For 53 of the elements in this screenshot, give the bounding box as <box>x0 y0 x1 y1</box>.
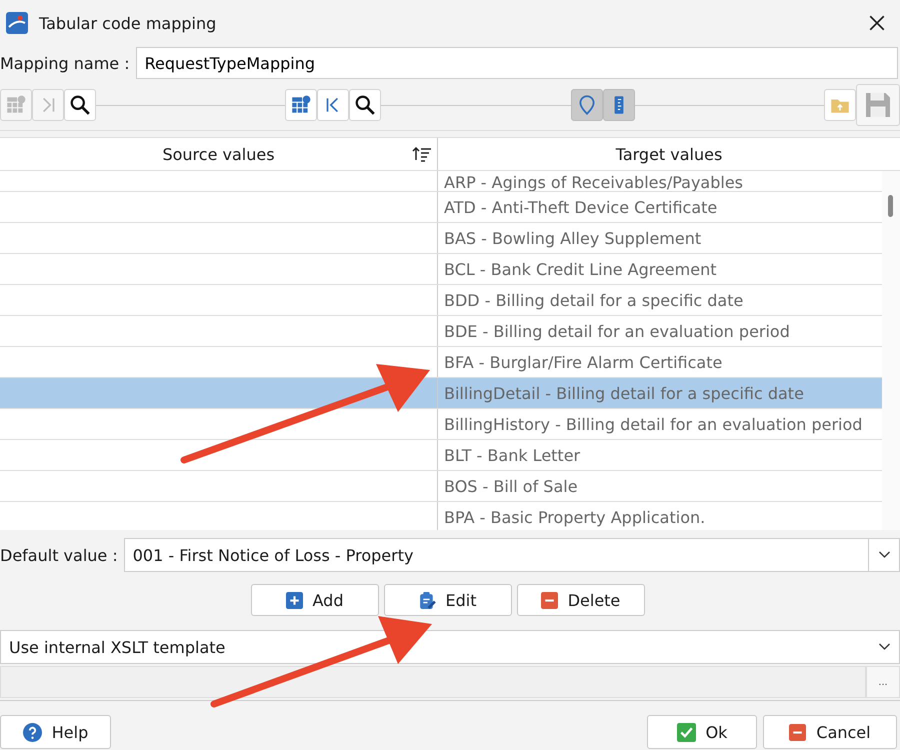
checkmark-icon <box>676 722 696 742</box>
caret-icon <box>878 643 890 651</box>
toolbar-button[interactable] <box>349 89 382 121</box>
edit-button[interactable]: Edit <box>384 584 512 616</box>
table-cell: BOS - Bill of Sale <box>444 476 578 496</box>
column-header[interactable]: Target values <box>438 138 900 170</box>
table-row[interactable]: BLT - Bank Letter <box>0 440 882 471</box>
table-row[interactable]: BDE - Billing detail for an evaluation period <box>0 316 882 347</box>
table-cell: BDD - Billing detail for a specific date <box>444 290 744 310</box>
default-value-dropdown[interactable]: 001 - First Notice of Loss - Property <box>124 538 900 572</box>
question-icon <box>22 722 42 742</box>
help-button[interactable]: Help <box>0 715 111 749</box>
table-row[interactable]: BDD - Billing detail for a specific date <box>0 285 882 316</box>
sort-icon[interactable] <box>412 146 432 162</box>
template-dropdown[interactable]: Use internal XSLT template <box>0 630 900 664</box>
table-row[interactable]: ATD - Anti-Theft Device Certificate <box>0 192 882 223</box>
table-row[interactable]: BAS - Bowling Alley Supplement <box>0 223 882 254</box>
cancel-button[interactable]: Cancel <box>763 715 897 749</box>
close-icon[interactable] <box>868 14 886 32</box>
minus-icon <box>789 724 806 740</box>
minus-icon <box>540 592 558 608</box>
table-cell: ATD - Anti-Theft Device Certificate <box>444 198 718 216</box>
table-cell: BLT - Bank Letter <box>444 446 580 464</box>
table-row[interactable]: BillingHistory - Billing detail for an evaluation period <box>0 409 882 440</box>
search-icon <box>69 94 91 116</box>
table-cell: BPA - Basic Property Application. <box>444 508 706 526</box>
caret-icon <box>878 551 890 559</box>
toolbar-button[interactable] <box>64 89 96 121</box>
table-row[interactable]: BCL - Bank Credit Line Agreement <box>0 254 882 285</box>
search-icon <box>354 94 376 116</box>
path-field[interactable] <box>0 666 866 698</box>
table-row[interactable]: ARP - Agings of Receivables/Payables <box>0 171 882 192</box>
window-title: Tabular code mapping <box>39 14 216 32</box>
browse-button[interactable]: ... <box>866 666 900 698</box>
ok-button[interactable]: Ok <box>647 715 757 749</box>
add-button[interactable]: Add <box>250 584 378 616</box>
plus-icon <box>286 592 302 608</box>
app-logo-icon <box>5 11 29 35</box>
clipboard-pencil-icon <box>418 590 436 610</box>
table-cell: BDE - Billing detail for an evaluation period <box>444 322 790 340</box>
table-cell: BCL - Bank Credit Line Agreement <box>444 260 716 278</box>
table-cell: ARP - Agings of Receivables/Payables <box>444 175 743 191</box>
default-value-label: Default value : <box>0 546 118 564</box>
scrollbar[interactable] <box>882 171 900 530</box>
table-cell: BFA - Burglar/Fire Alarm Certificate <box>444 352 722 372</box>
mapping-name-label: Mapping name : <box>0 54 130 72</box>
table-row[interactable]: BOS - Bill of Sale <box>0 471 882 502</box>
delete-button[interactable]: Delete <box>516 584 644 616</box>
table-cell: BillingDetail - Billing detail for a specific date <box>444 384 804 402</box>
table-cell: BillingHistory - Billing detail for an evaluation period <box>444 414 862 434</box>
column-header[interactable]: Source values <box>0 138 438 170</box>
mapping-name-field[interactable]: RequestTypeMapping <box>136 47 898 79</box>
table-cell: BAS - Bowling Alley Supplement <box>444 228 702 248</box>
